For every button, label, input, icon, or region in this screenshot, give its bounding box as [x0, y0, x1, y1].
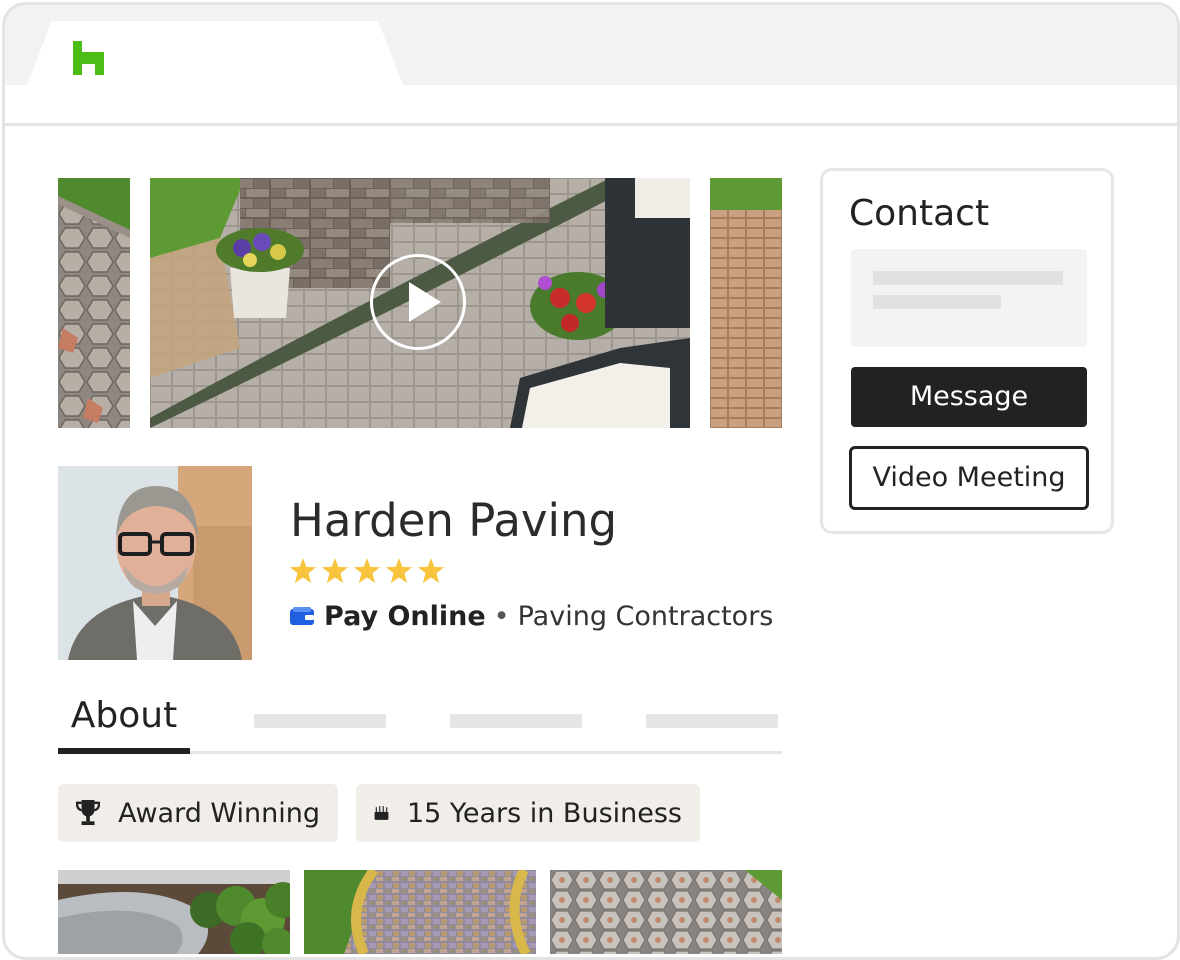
- badge-label: 15 Years in Business: [406, 797, 682, 829]
- business-meta: Pay Online • Paving Contractors: [290, 601, 773, 632]
- project-photo[interactable]: [550, 870, 782, 954]
- star-icon: [354, 558, 380, 583]
- profile-tabs: About: [58, 690, 782, 754]
- separator: •: [493, 601, 510, 632]
- star-icon: [418, 558, 444, 583]
- category-label: Paving Contractors: [517, 601, 774, 632]
- browser-tab-bar: [5, 5, 1177, 91]
- gallery-image-left[interactable]: [58, 178, 130, 428]
- badge-years-in-business: 15 Years in Business: [356, 784, 700, 842]
- pay-online-label[interactable]: Pay Online: [324, 601, 486, 632]
- contact-title: Contact: [849, 193, 990, 234]
- tab-placeholder[interactable]: [646, 714, 778, 728]
- gallery-video-thumbnail[interactable]: [150, 178, 690, 428]
- contact-message-input[interactable]: [851, 249, 1087, 347]
- project-photo[interactable]: [304, 870, 536, 954]
- business-name: Harden Paving: [290, 494, 618, 547]
- avatar: [58, 466, 252, 660]
- input-placeholder-line: [873, 295, 1001, 309]
- cake-icon: [374, 806, 389, 820]
- video-meeting-button[interactable]: Video Meeting: [849, 446, 1089, 510]
- contact-card: Contact Message Video Meeting: [820, 168, 1114, 534]
- message-button[interactable]: Message: [851, 367, 1087, 427]
- rating-stars: [290, 558, 444, 583]
- project-photo[interactable]: [58, 870, 290, 954]
- badge-award-winning: Award Winning: [58, 784, 338, 842]
- badge-label: Award Winning: [118, 797, 320, 829]
- address-bar: [5, 85, 1177, 126]
- tab-placeholder[interactable]: [450, 714, 582, 728]
- trophy-icon: [76, 800, 101, 826]
- input-placeholder-line: [873, 271, 1063, 285]
- play-icon[interactable]: [370, 254, 466, 350]
- wallet-icon: [290, 606, 314, 625]
- star-icon: [386, 558, 412, 583]
- tab-about[interactable]: About: [58, 690, 190, 754]
- houzz-logo-icon: [73, 41, 104, 75]
- gallery-image-right[interactable]: [710, 178, 782, 428]
- star-icon: [290, 558, 316, 583]
- star-icon: [322, 558, 348, 583]
- tab-placeholder[interactable]: [254, 714, 386, 728]
